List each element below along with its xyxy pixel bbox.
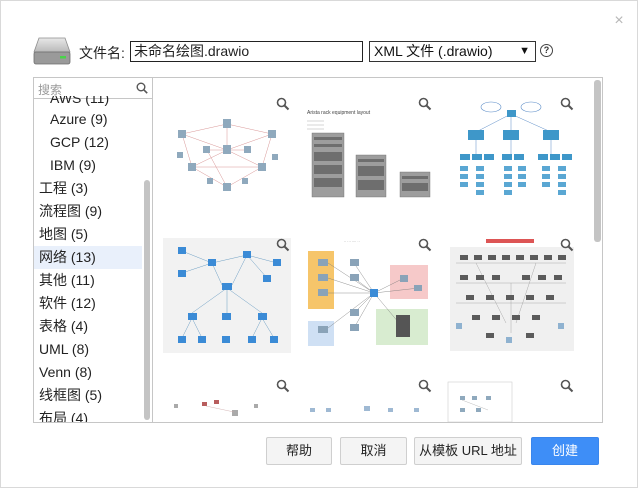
template-thumbnail[interactable] xyxy=(162,92,292,212)
magnifier-icon[interactable] xyxy=(276,379,290,393)
category-item[interactable]: 线框图 (5) xyxy=(34,384,142,407)
template-thumbnail[interactable] xyxy=(446,92,576,212)
template-preview xyxy=(174,400,258,416)
template-preview xyxy=(450,239,574,351)
category-item[interactable]: AWS (11) xyxy=(34,96,142,108)
template-thumbnail[interactable] xyxy=(304,374,434,422)
template-preview: ·· ··· ···· ·· xyxy=(308,240,428,346)
cancel-button[interactable]: 取消 xyxy=(340,437,407,465)
help-circle-icon[interactable]: ? xyxy=(540,44,553,57)
template-preview xyxy=(460,101,572,195)
create-button[interactable]: 创建 xyxy=(531,437,599,465)
svg-text:·· ··· ···· ··: ·· ··· ···· ·· xyxy=(344,240,360,244)
template-preview: Arista rack equipment layout xyxy=(307,110,431,198)
template-thumbnail[interactable] xyxy=(162,233,292,353)
format-select[interactable]: XML 文件 (.drawio) ▼ xyxy=(369,41,536,62)
category-item[interactable]: GCP (12) xyxy=(34,131,142,154)
hard-drive-icon xyxy=(33,37,71,65)
template-scrollbar[interactable] xyxy=(594,80,601,420)
magnifier-icon[interactable] xyxy=(276,238,290,252)
template-preview xyxy=(447,381,513,422)
magnifier-icon[interactable] xyxy=(560,238,574,252)
category-item[interactable]: UML (8) xyxy=(34,338,142,361)
search-icon[interactable] xyxy=(136,82,148,94)
category-item[interactable]: 软件 (12) xyxy=(34,292,142,315)
category-item[interactable]: 布局 (4) xyxy=(34,407,142,422)
category-item[interactable]: 地图 (5) xyxy=(34,223,142,246)
help-button[interactable]: 帮助 xyxy=(266,437,332,465)
category-panel: 搜索 AWS (11) Azure (9) GCP (12) IBM (9) 工程 (3… xyxy=(33,77,153,423)
template-preview xyxy=(310,406,419,412)
category-item[interactable]: Azure (9) xyxy=(34,108,142,131)
category-item[interactable]: IBM (9) xyxy=(34,154,142,177)
magnifier-icon[interactable] xyxy=(560,379,574,393)
category-item[interactable]: 网络 (13) xyxy=(34,246,142,269)
new-diagram-dialog: × 文件名: 未命名绘图.drawio XML 文件 (.drawio) ▼ ?… xyxy=(0,0,638,488)
template-thumbnail[interactable] xyxy=(446,374,576,422)
magnifier-icon[interactable] xyxy=(418,379,432,393)
template-thumbnail[interactable]: ·· ··· ···· ·· xyxy=(304,233,434,353)
filename-field[interactable]: 未命名绘图.drawio xyxy=(130,41,363,62)
filename-label: 文件名: xyxy=(79,45,125,61)
category-scrollbar[interactable] xyxy=(143,100,151,422)
magnifier-icon[interactable] xyxy=(418,238,432,252)
close-icon[interactable]: × xyxy=(612,13,626,29)
scrollbar-thumb[interactable] xyxy=(594,80,601,242)
category-item[interactable]: 表格 (4) xyxy=(34,315,142,338)
category-item[interactable]: 工程 (3) xyxy=(34,177,142,200)
magnifier-icon[interactable] xyxy=(418,97,432,111)
magnifier-icon[interactable] xyxy=(276,97,290,111)
template-preview xyxy=(177,119,278,191)
category-item[interactable]: 其他 (11) xyxy=(34,269,142,292)
template-grid: Arista rack equipment layout ·· ··· ····… xyxy=(152,77,603,423)
category-item[interactable]: Venn (8) xyxy=(34,361,142,384)
template-caption: Arista rack equipment layout xyxy=(307,110,371,116)
from-template-url-button[interactable]: 从模板 URL 地址 xyxy=(414,437,522,465)
scrollbar-thumb[interactable] xyxy=(144,180,150,420)
category-item[interactable]: 流程图 (9) xyxy=(34,200,142,223)
template-thumbnail[interactable] xyxy=(162,374,292,422)
template-thumbnail[interactable]: Arista rack equipment layout xyxy=(304,92,434,212)
template-preview xyxy=(163,238,291,353)
chevron-down-icon: ▼ xyxy=(519,45,530,57)
format-select-value: XML 文件 (.drawio) xyxy=(374,43,493,59)
template-thumbnail[interactable] xyxy=(446,233,576,353)
category-list: AWS (11) Azure (9) GCP (12) IBM (9) 工程 (3) 流程… xyxy=(34,96,142,422)
magnifier-icon[interactable] xyxy=(560,97,574,111)
